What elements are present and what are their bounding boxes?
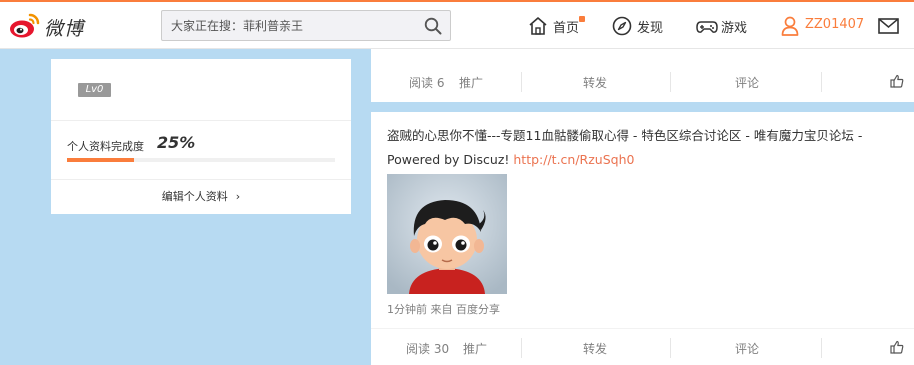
post-text-prefix: Powered by Discuz! (387, 152, 514, 167)
search-input[interactable] (162, 11, 417, 40)
nav-username: ZZ01407 (805, 17, 865, 32)
post-action-bar: 阅读 6 推广 转发 评论 (371, 63, 914, 100)
new-notification-dot (579, 16, 585, 22)
promote-button[interactable]: 推广 (459, 74, 483, 91)
divider (521, 338, 522, 358)
weibo-logo-icon (10, 13, 40, 38)
chevron-right-icon: › (235, 190, 241, 203)
profile-completion-label: 个人资料完成度 (67, 140, 144, 153)
divider (821, 72, 822, 92)
divider (51, 120, 351, 121)
thumbs-up-icon (890, 340, 904, 354)
divider (521, 72, 522, 92)
comment-button[interactable]: 评论 (735, 340, 759, 357)
feed-post: 阅读 6 推广 转发 评论 (371, 49, 914, 102)
search-box (161, 10, 451, 41)
search-icon (424, 17, 442, 35)
post-text-line: Powered by Discuz! http://t.cn/RzuSqh0 (387, 148, 914, 172)
nav-discover-label: 发现 (637, 21, 664, 36)
compass-icon (612, 16, 632, 36)
read-count: 阅读 30 (406, 342, 450, 356)
forward-button[interactable]: 转发 (583, 340, 607, 357)
nav-user-profile[interactable]: ZZ01407 (780, 14, 870, 40)
search-button[interactable] (424, 17, 442, 35)
feed-post: 盗贼的心思你不懂---专题11血骷髅偷取心得 - 特色区综合讨论区 - 唯有魔力… (371, 112, 914, 365)
profile-completion-progress (67, 158, 335, 162)
cartoon-avatar-image (387, 174, 507, 294)
home-icon (529, 17, 547, 35)
mail-icon (878, 18, 899, 34)
forward-button[interactable]: 转发 (583, 74, 607, 91)
nav-messages[interactable] (878, 14, 914, 40)
nav-home[interactable]: 首页 (527, 14, 587, 40)
nav-home-label: 首页 (553, 21, 580, 36)
edit-profile-label: 编辑个人资料 (161, 190, 228, 203)
nav-game[interactable]: 游戏 (695, 14, 755, 40)
profile-completion-value: 25% (157, 133, 196, 152)
profile-card: Lv0 个人资料完成度 25% 编辑个人资料 › (51, 59, 351, 214)
post-text-line: 盗贼的心思你不懂---专题11血骷髅偷取心得 - 特色区综合讨论区 - 唯有魔力… (387, 128, 863, 143)
like-button[interactable] (890, 74, 904, 91)
top-navigation-bar: 微博 首页 发现 (0, 0, 914, 49)
post-action-bar: 阅读 30 推广 转发 评论 (371, 328, 914, 365)
gamepad-icon (696, 21, 718, 33)
divider (670, 72, 671, 92)
user-icon (781, 16, 799, 36)
post-meta: 1分钟前 来自 百度分享 (387, 303, 500, 316)
nav-discover[interactable]: 发现 (611, 14, 671, 40)
comment-button[interactable]: 评论 (735, 74, 759, 91)
read-count: 阅读 6 (409, 76, 445, 90)
level-badge[interactable]: Lv0 (78, 83, 111, 97)
post-link[interactable]: http://t.cn/RzuSqh0 (513, 152, 634, 167)
divider (821, 338, 822, 358)
nav-game-label: 游戏 (721, 21, 748, 36)
post-text: 盗贼的心思你不懂---专题11血骷髅偷取心得 - 特色区综合讨论区 - 唯有魔力… (387, 124, 914, 172)
promote-button[interactable]: 推广 (463, 340, 487, 357)
like-button[interactable] (890, 340, 904, 357)
thumbs-up-icon (890, 74, 904, 88)
edit-profile-link[interactable]: 编辑个人资料 › (51, 180, 351, 214)
divider (670, 338, 671, 358)
post-image-thumbnail[interactable] (387, 174, 507, 294)
logo-text: 微博 (44, 18, 85, 40)
progress-fill (67, 158, 134, 162)
